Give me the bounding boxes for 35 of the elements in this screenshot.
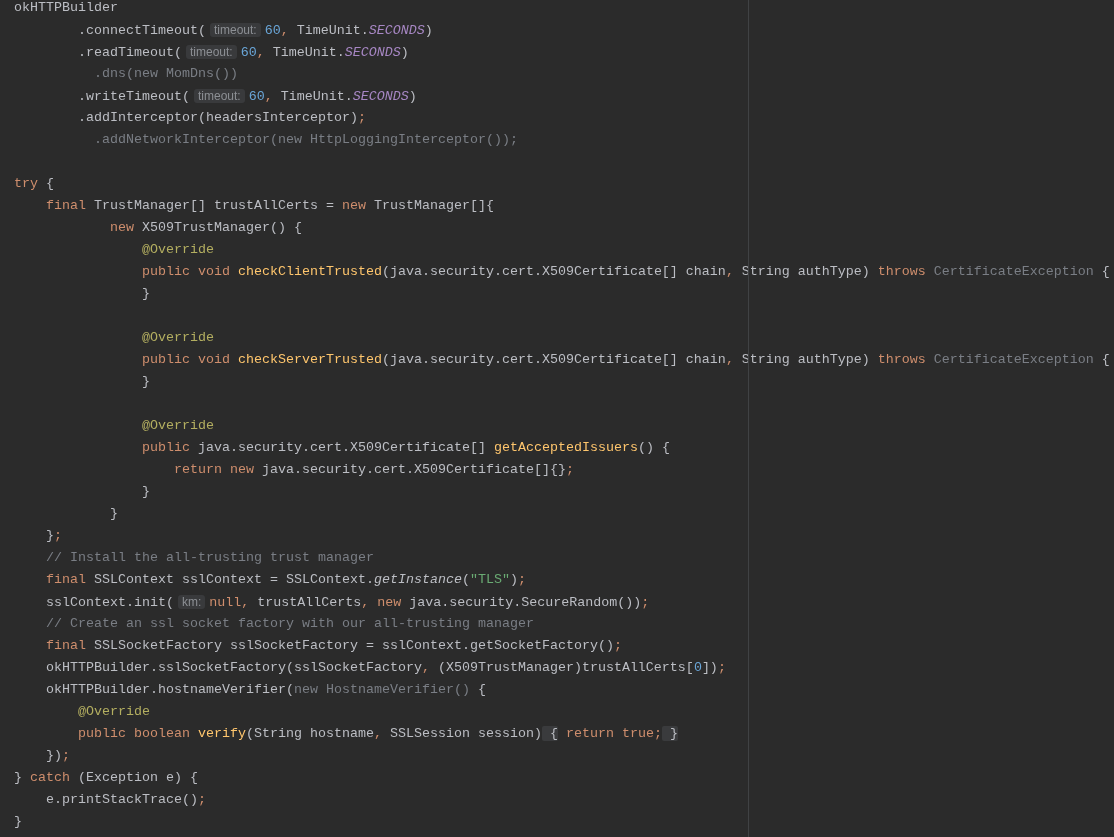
code-line: try {	[14, 175, 54, 193]
code-line: return new java.security.cert.X509Certificate[]{};	[173, 461, 574, 479]
code-line: public void checkClientTrusted(java.security.cert.X509Certificate[] chain, String authType) throws CertificateException {	[142, 263, 1110, 281]
code-line: // Create an ssl socket factory with our all-trusting manager	[46, 615, 534, 633]
code-line: sslContext.init( km: null, trustAllCerts, new java.security.SecureRandom());	[46, 593, 650, 612]
code-line: // Install the all-trusting trust manager	[46, 549, 374, 567]
code-line: e.printStackTrace();	[46, 791, 206, 809]
code-line: public java.security.cert.X509Certificate[] getAcceptedIssuers() {	[142, 439, 670, 457]
code-line: final TrustManager[] trustAllCerts = new TrustManager[]{	[46, 197, 494, 215]
code-line: .writeTimeout( timeout: 60, TimeUnit.SECONDS)	[78, 87, 417, 106]
code-line: }	[142, 483, 150, 501]
code-line: }	[14, 813, 22, 831]
code-line: }	[142, 285, 150, 303]
code-line: } catch (Exception e) {	[14, 769, 198, 787]
code-line: .dns(new MomDns())	[94, 65, 238, 83]
code-line: @Override	[78, 703, 150, 721]
code-line: @Override	[142, 241, 214, 259]
code-line: public boolean verify(String hostname, SSLSession session) { return true; }	[78, 725, 678, 743]
code-line: .readTimeout( timeout: 60, TimeUnit.SECONDS)	[78, 43, 409, 62]
code-line: };	[46, 527, 62, 545]
code-line: @Override	[142, 329, 214, 347]
code-line: new X509TrustManager() {	[110, 219, 302, 237]
code-line: final SSLContext sslContext = SSLContext.getInstance("TLS");	[46, 571, 526, 589]
code-line: });	[46, 747, 70, 765]
code-line: public void checkServerTrusted(java.security.cert.X509Certificate[] chain, String authType) throws CertificateException {	[142, 351, 1110, 369]
code-line: .addNetworkInterceptor(new HttpLoggingInterceptor());	[94, 131, 518, 149]
code-line: okHTTPBuilder.sslSocketFactory(sslSocketFactory, (X509TrustManager)trustAllCerts[0]);	[46, 659, 726, 677]
code-line: okHTTPBuilder.hostnameVerifier(new HostnameVerifier() {	[46, 681, 486, 699]
code-line: }	[110, 505, 118, 523]
code-line: .connectTimeout( timeout: 60, TimeUnit.SECONDS)	[78, 21, 433, 40]
code-line: .addInterceptor(headersInterceptor);	[78, 109, 366, 127]
code-line: @Override	[142, 417, 214, 435]
code-line: }	[142, 373, 150, 391]
code-line: final SSLSocketFactory sslSocketFactory = sslContext.getSocketFactory();	[46, 637, 622, 655]
code-line: okHTTPBuilder	[14, 0, 118, 17]
